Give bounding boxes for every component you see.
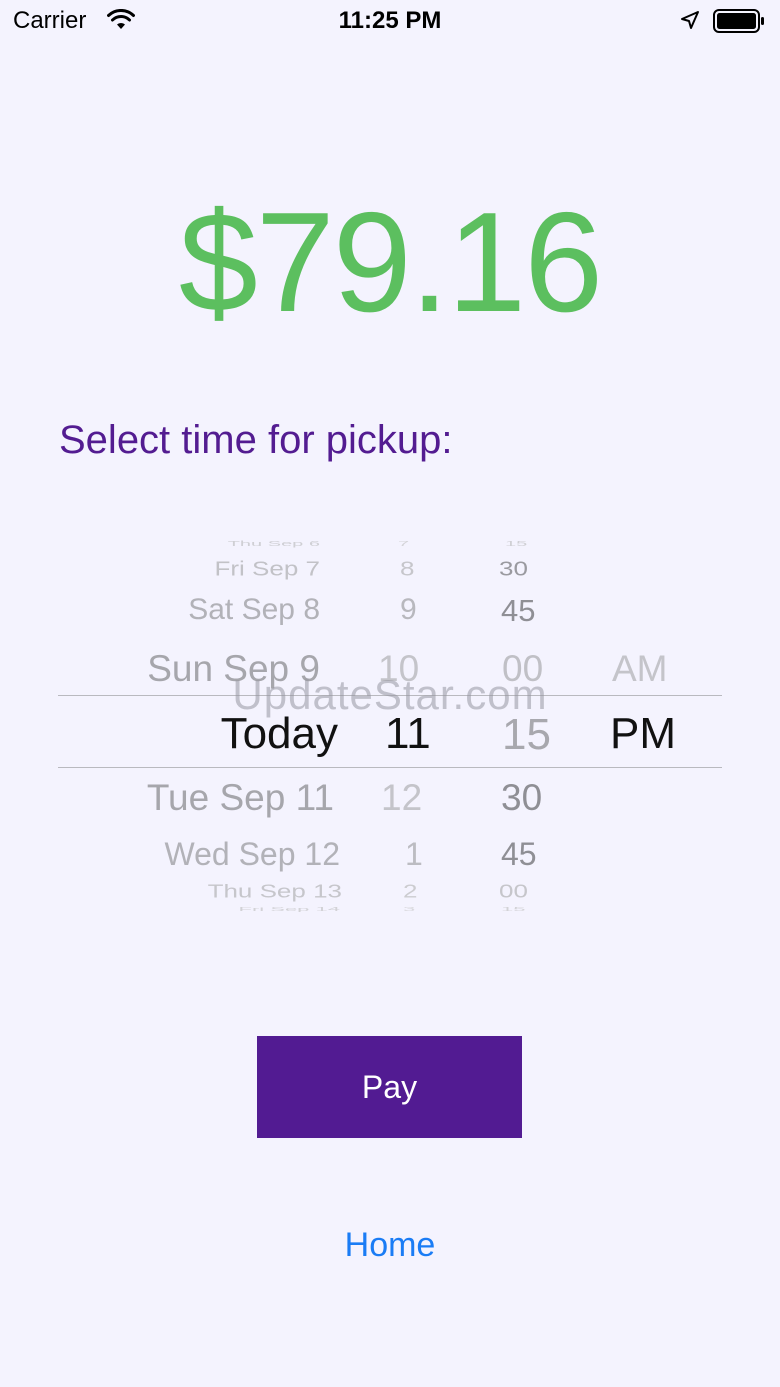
picker-hour-item[interactable]: 12 <box>381 777 422 819</box>
picker-hour-item[interactable]: 3 <box>403 906 415 913</box>
status-bar: Carrier 11:25 PM <box>0 0 780 44</box>
picker-date-item[interactable]: Wed Sep 12 <box>164 836 340 873</box>
order-amount: $79.16 <box>178 183 603 342</box>
picker-date-item[interactable]: Thu Sep 6 <box>228 540 320 548</box>
picker-date-item[interactable]: Tue Sep 11 <box>147 777 334 819</box>
picker-minute-item[interactable]: 00 <box>499 880 528 902</box>
picker-minute-item[interactable]: 45 <box>501 593 535 629</box>
picker-hour-item[interactable]: 1 <box>405 836 423 873</box>
picker-selection-bottom-line <box>58 767 722 768</box>
pickup-prompt: Select time for pickup: <box>59 418 453 462</box>
picker-date-item[interactable]: Thu Sep 13 <box>208 880 342 902</box>
location-arrow-icon <box>681 11 699 29</box>
picker-minute-item[interactable]: 30 <box>501 777 542 819</box>
picker-hour-item[interactable]: 8 <box>400 557 414 581</box>
picker-date-item[interactable]: Sat Sep 8 <box>188 593 320 627</box>
pay-button[interactable]: Pay <box>257 1036 522 1138</box>
picker-hour-item[interactable]: 9 <box>400 593 417 627</box>
picker-hour-item[interactable]: 2 <box>403 880 417 902</box>
pickup-time-picker[interactable]: Thu Sep 6 Fri Sep 7 Sat Sep 8 Sun Sep 9 … <box>0 540 780 920</box>
picker-hour-item[interactable]: 7 <box>398 540 409 548</box>
picker-minute-item[interactable]: 45 <box>501 836 537 873</box>
picker-date-item[interactable]: Fri Sep 14 <box>239 906 341 913</box>
picker-minute-item[interactable]: 15 <box>505 540 527 548</box>
picker-date-item[interactable]: Fri Sep 7 <box>215 557 321 581</box>
picker-minute-item[interactable]: 15 <box>501 906 525 913</box>
status-time: 11:25 PM <box>338 7 442 34</box>
home-link[interactable]: Home <box>0 1226 780 1265</box>
battery-icon <box>713 9 764 33</box>
watermark: UpdateStar.com <box>232 671 548 718</box>
picker-minute-item[interactable]: 30 <box>499 557 528 581</box>
